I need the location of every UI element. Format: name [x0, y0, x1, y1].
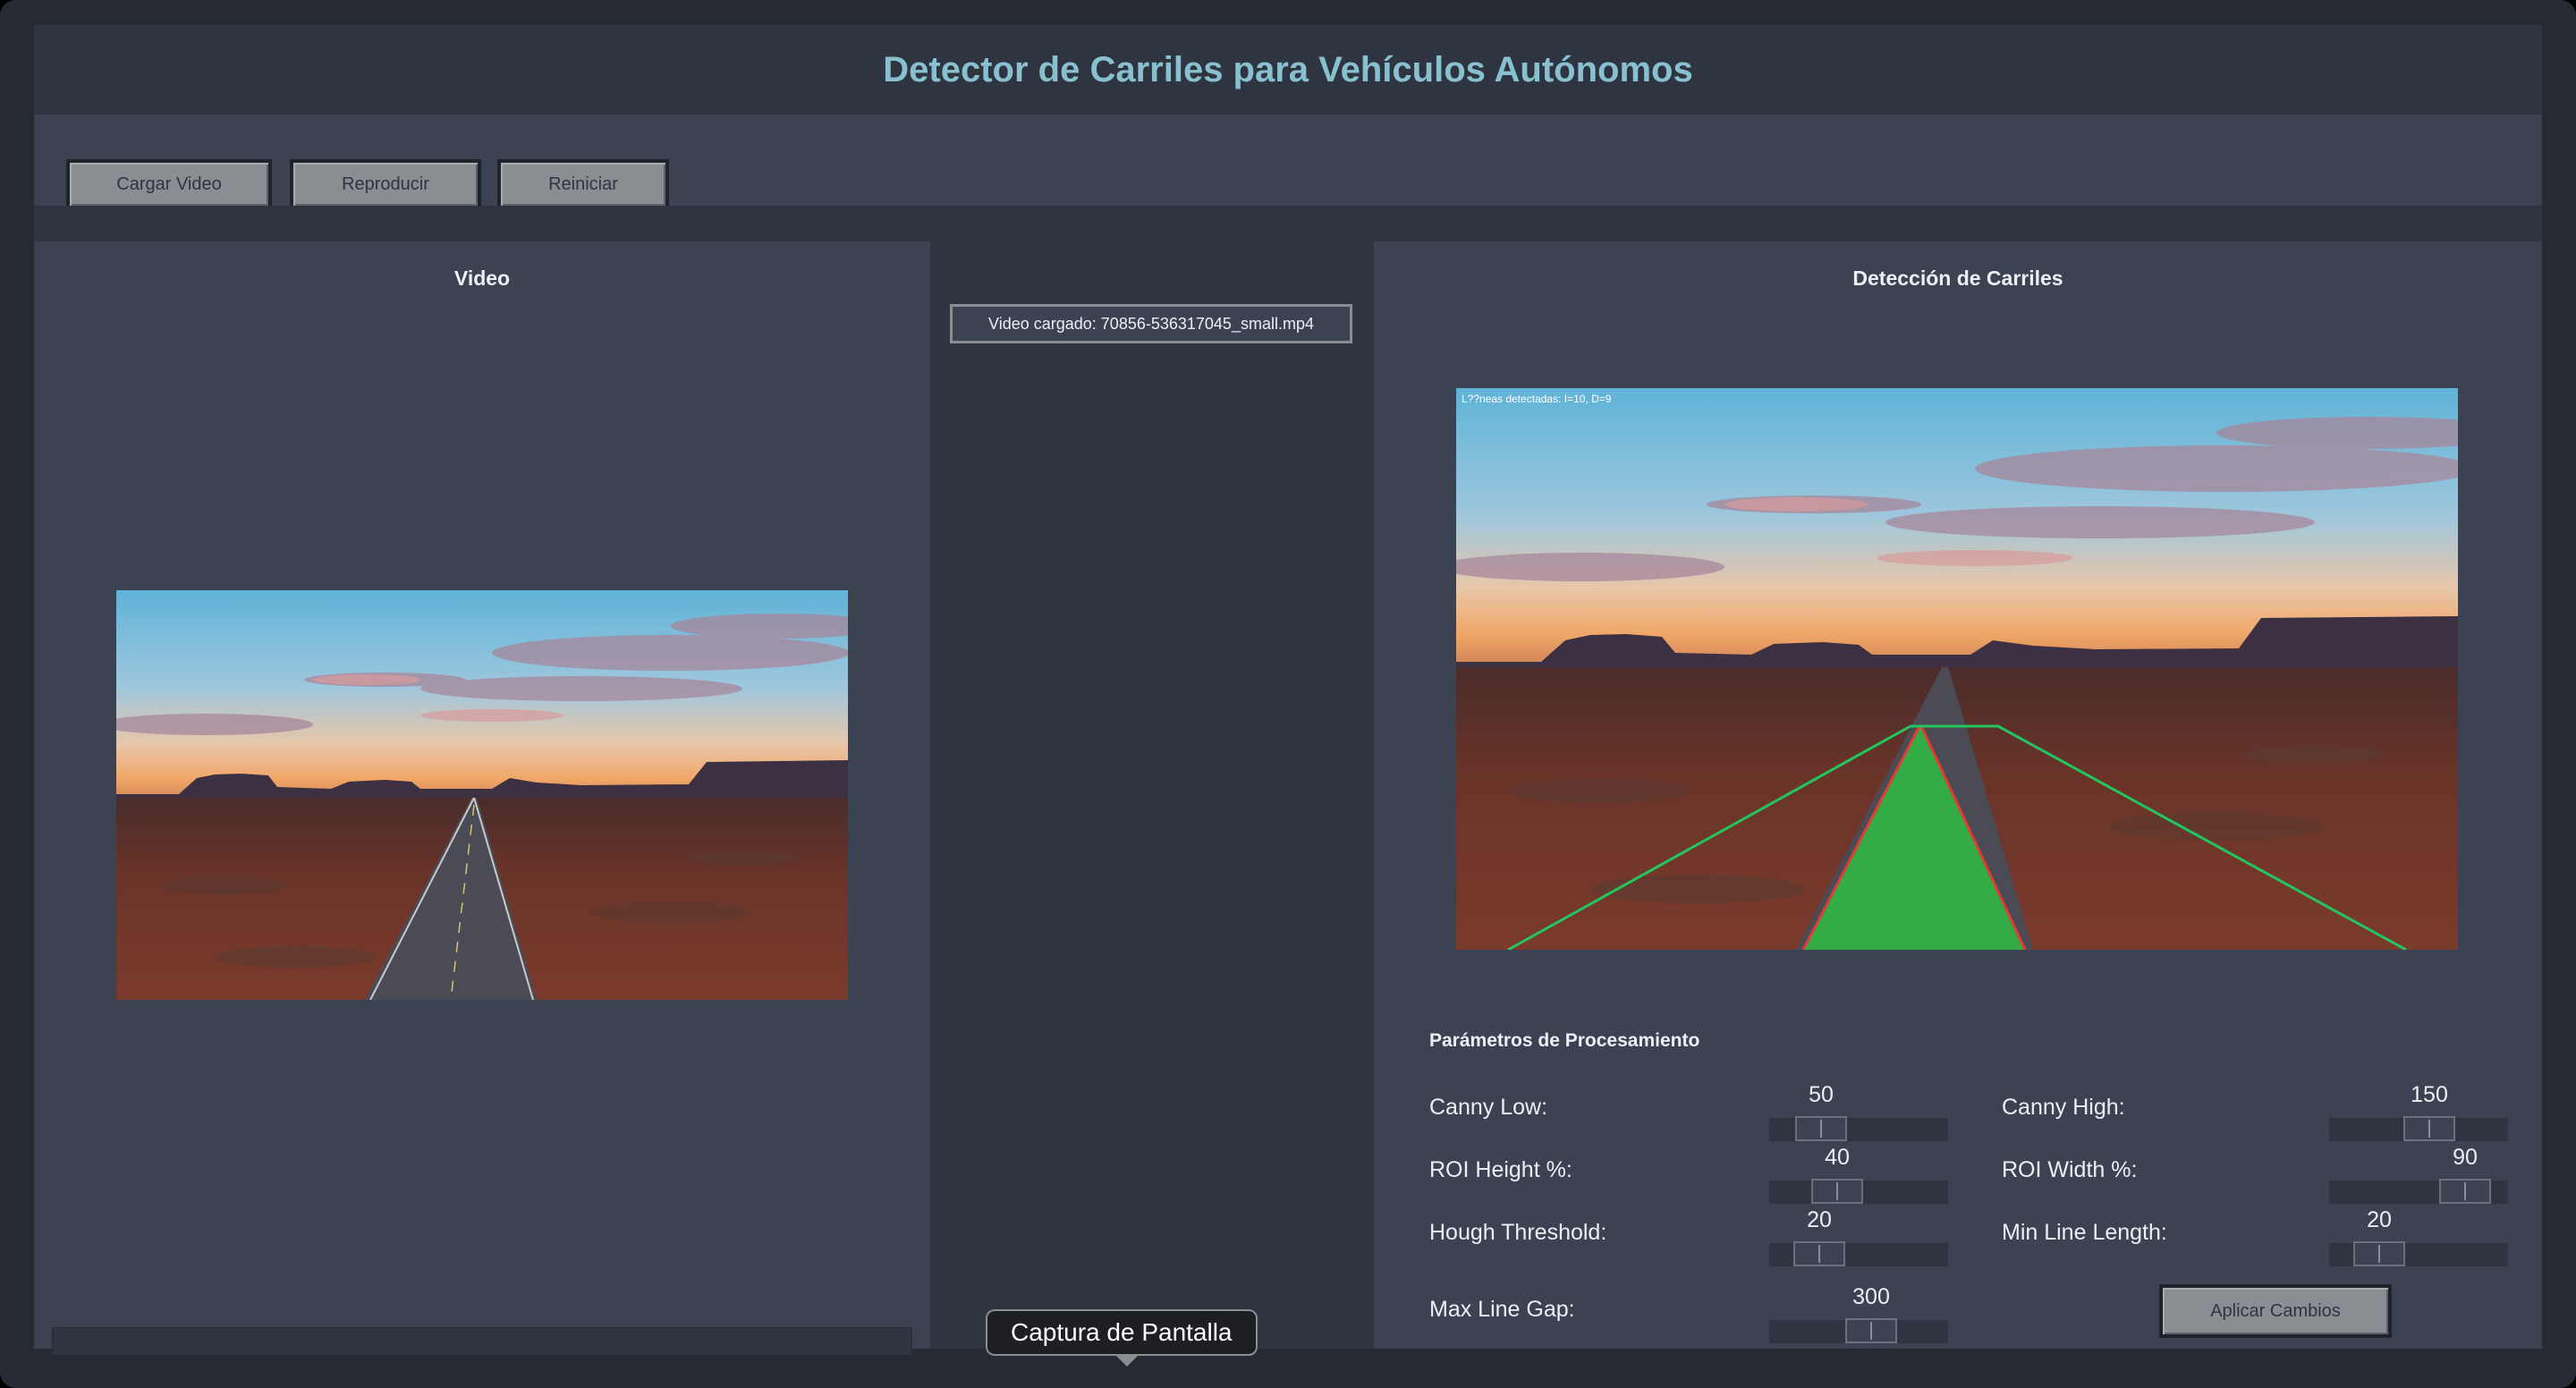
canny-low-handle[interactable] [1795, 1116, 1847, 1141]
detection-video-frame: L??neas detectadas: I=10, D=9 [1456, 388, 2458, 950]
canny-high-slider[interactable]: 150 [2329, 1082, 2508, 1141]
toolbar: Cargar Video Reproducir Reiniciar [34, 114, 2542, 209]
canny-high-value: 150 [2411, 1082, 2448, 1107]
desert-road-image [116, 590, 848, 1000]
toolbar-separator [34, 206, 2542, 241]
roi-height-label: ROI Height %: [1429, 1157, 1572, 1182]
canny-high-handle[interactable] [2403, 1116, 2455, 1141]
video-status-label: Video cargado: 70856-536317045_small.mp4 [950, 304, 1352, 343]
detection-overlay-text: L??neas detectadas: I=10, D=9 [1462, 393, 1612, 405]
canny-low-slider[interactable]: 50 [1769, 1082, 1948, 1141]
max-line-gap-slider[interactable]: 300 [1769, 1284, 1948, 1343]
roi-height-slider[interactable]: 40 [1769, 1145, 1948, 1204]
play-button[interactable]: Reproducir [290, 159, 481, 209]
video-panel: Video [34, 241, 930, 1356]
roi-height-handle[interactable] [1811, 1179, 1863, 1204]
max-line-gap-handle[interactable] [1845, 1318, 1897, 1343]
min-line-length-handle[interactable] [2353, 1241, 2405, 1266]
title-bar: Detector de Carriles para Vehículos Autó… [34, 25, 2542, 114]
video-panel-title: Video [453, 267, 511, 290]
params-title: Parámetros de Procesamiento [1429, 1030, 1700, 1051]
hough-threshold-label: Hough Threshold: [1429, 1220, 1607, 1245]
hough-threshold-slider[interactable]: 20 [1769, 1207, 1948, 1266]
original-video-frame [116, 590, 848, 1000]
roi-width-handle[interactable] [2439, 1179, 2491, 1204]
detection-panel: Detección de Carriles L??neas detectadas… [1374, 241, 2542, 1349]
hough-threshold-handle[interactable] [1793, 1241, 1845, 1266]
canny-low-value: 50 [1809, 1082, 1834, 1107]
roi-height-value: 40 [1825, 1145, 1850, 1170]
canny-high-label: Canny High: [2002, 1095, 2125, 1120]
hough-threshold-value: 20 [1807, 1207, 1832, 1232]
lane-detection-image: L??neas detectadas: I=10, D=9 [1456, 388, 2458, 950]
canny-low-label: Canny Low: [1429, 1095, 1548, 1120]
detection-panel-title: Detección de Carriles [1852, 267, 2063, 290]
max-line-gap-value: 300 [1852, 1284, 1890, 1309]
roi-width-label: ROI Width %: [2002, 1157, 2138, 1182]
app-title: Detector de Carriles para Vehículos Autó… [883, 49, 1693, 89]
reset-button[interactable]: Reiniciar [497, 159, 669, 209]
app-window: Detector de Carriles para Vehículos Autó… [0, 0, 2576, 1388]
load-video-button[interactable]: Cargar Video [66, 159, 272, 209]
max-line-gap-label: Max Line Gap: [1429, 1297, 1575, 1322]
roi-width-value: 90 [2453, 1145, 2478, 1170]
video-progress-bar[interactable] [52, 1327, 912, 1356]
min-line-length-slider[interactable]: 20 [2329, 1207, 2508, 1266]
main-container: Detector de Carriles para Vehículos Autó… [34, 25, 2542, 1356]
min-line-length-label: Min Line Length: [2002, 1220, 2167, 1245]
screenshot-tooltip: Captura de Pantalla [986, 1309, 1258, 1356]
min-line-length-value: 20 [2367, 1207, 2392, 1232]
status-panel: Video cargado: 70856-536317045_small.mp4 [930, 241, 1374, 1349]
apply-changes-button[interactable]: Aplicar Cambios [2159, 1284, 2392, 1338]
tooltip-arrow-icon [1116, 1356, 1138, 1367]
roi-width-slider[interactable]: 90 [2329, 1145, 2508, 1204]
